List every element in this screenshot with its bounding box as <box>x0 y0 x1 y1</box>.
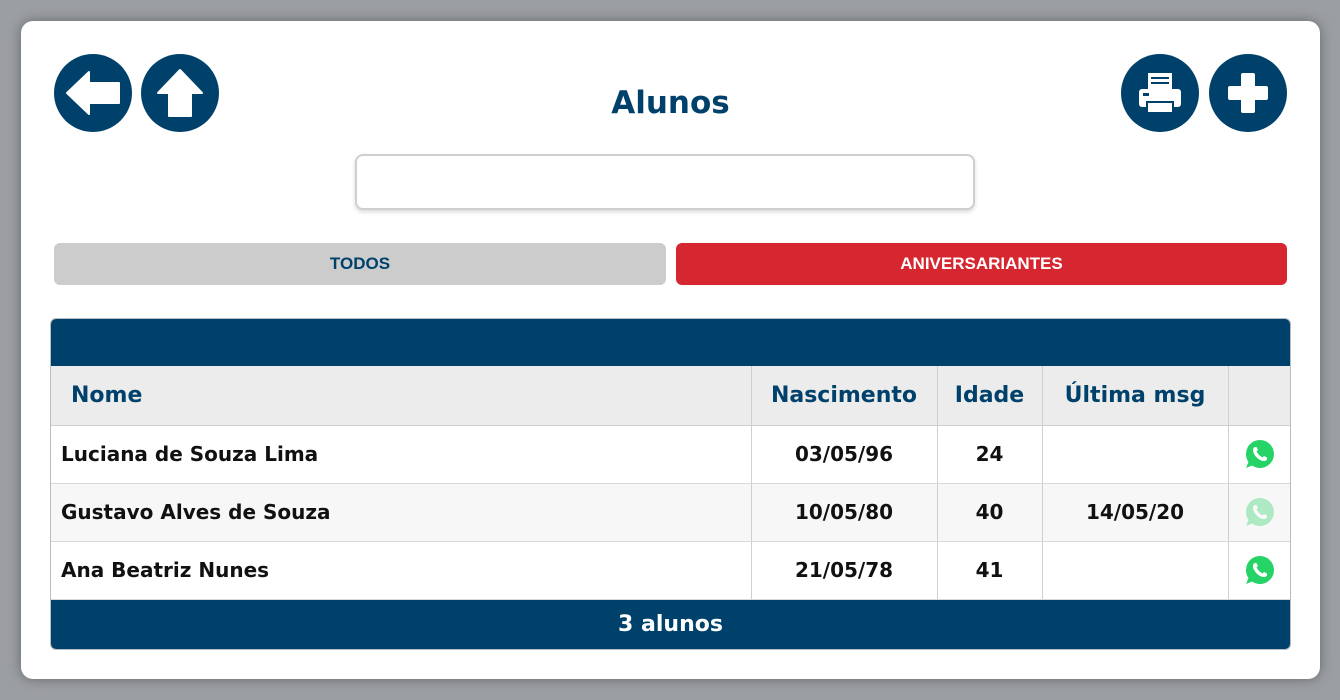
cell-nome[interactable]: Luciana de Souza Lima <box>51 425 752 484</box>
tab-todos[interactable]: TODOS <box>54 243 666 285</box>
cell-ultima-msg: 14/05/20 <box>1042 483 1229 542</box>
cell-nascimento: 03/05/96 <box>751 425 938 484</box>
cell-whatsapp <box>1228 425 1290 484</box>
table-row[interactable]: Luciana de Souza Lima 03/05/96 24 <box>51 425 1290 484</box>
cell-nome[interactable]: Ana Beatriz Nunes <box>51 541 752 600</box>
cell-idade: 24 <box>937 425 1043 484</box>
tab-aniversariantes[interactable]: ANIVERSARIANTES <box>676 243 1287 285</box>
table-row[interactable]: Gustavo Alves de Souza 10/05/80 40 14/05… <box>51 483 1290 542</box>
table-header-row: Nome Nascimento Idade Última msg <box>51 366 1290 426</box>
column-header-nascimento[interactable]: Nascimento <box>751 366 938 426</box>
column-header-actions <box>1228 366 1290 426</box>
column-header-ultima-msg[interactable]: Última msg <box>1042 366 1229 426</box>
cell-nascimento: 21/05/78 <box>751 541 938 600</box>
students-table: Nome Nascimento Idade Última msg Luciana… <box>50 318 1291 650</box>
table-row[interactable]: Ana Beatriz Nunes 21/05/78 41 <box>51 541 1290 600</box>
add-button[interactable] <box>1209 54 1287 132</box>
cell-nome[interactable]: Gustavo Alves de Souza <box>51 483 752 542</box>
search-input[interactable] <box>355 154 975 210</box>
whatsapp-icon[interactable] <box>1244 496 1276 528</box>
main-card: Alunos TODOS ANIVERSARIANTES Nome Nascim… <box>21 21 1320 679</box>
whatsapp-icon[interactable] <box>1244 438 1276 470</box>
plus-icon <box>1228 73 1268 113</box>
cell-whatsapp <box>1228 541 1290 600</box>
column-header-idade[interactable]: Idade <box>937 366 1043 426</box>
cell-whatsapp <box>1228 483 1290 542</box>
whatsapp-icon[interactable] <box>1244 554 1276 586</box>
cell-idade: 41 <box>937 541 1043 600</box>
cell-ultima-msg <box>1042 425 1229 484</box>
column-header-nome[interactable]: Nome <box>51 366 752 426</box>
cell-nascimento: 10/05/80 <box>751 483 938 542</box>
printer-icon <box>1139 73 1181 114</box>
cell-ultima-msg <box>1042 541 1229 600</box>
table-footer-count: 3 alunos <box>51 599 1290 649</box>
print-button[interactable] <box>1121 54 1199 132</box>
table-header-bar <box>51 319 1290 366</box>
cell-idade: 40 <box>937 483 1043 542</box>
